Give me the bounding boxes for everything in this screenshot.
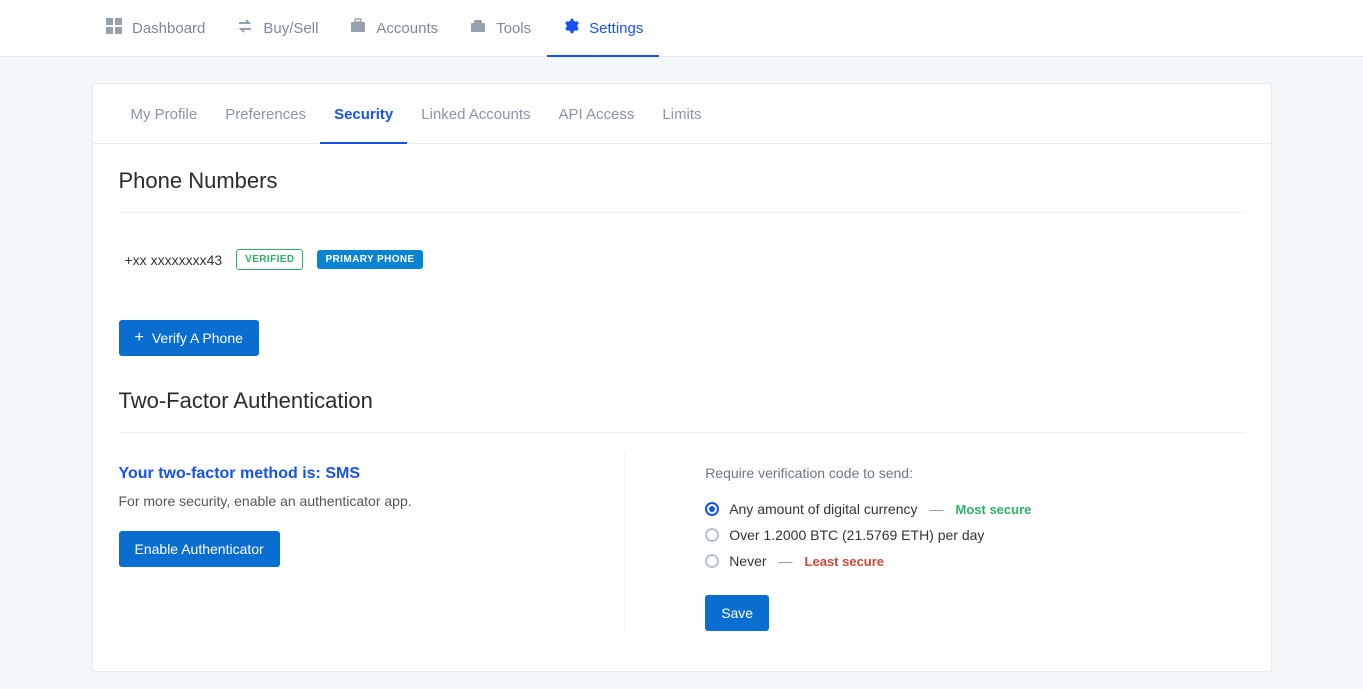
radio-icon [705, 502, 719, 516]
swap-icon [237, 18, 253, 38]
nav-label: Settings [589, 20, 643, 37]
radio-over-threshold[interactable]: Over 1.2000 BTC (21.5769 ETH) per day [705, 527, 1244, 543]
button-label: Enable Authenticator [135, 541, 264, 557]
tab-label: Linked Accounts [421, 106, 530, 123]
toolbox-icon [470, 18, 486, 38]
tab-preferences[interactable]: Preferences [211, 84, 320, 143]
tfa-method-heading: Your two-factor method is: SMS [119, 465, 595, 483]
save-button[interactable]: Save [705, 595, 769, 631]
nav-accounts[interactable]: Accounts [334, 0, 454, 57]
nav-settings[interactable]: Settings [547, 0, 659, 57]
nav-tools[interactable]: Tools [454, 0, 547, 57]
plus-icon: + [135, 330, 144, 346]
phone-number: +xx xxxxxxxx43 [125, 252, 223, 268]
least-secure-tag: Least secure [805, 554, 885, 569]
tab-label: My Profile [131, 106, 198, 123]
radio-label: Over 1.2000 BTC (21.5769 ETH) per day [729, 527, 984, 543]
nav-label: Tools [496, 20, 531, 37]
dash: — [779, 553, 793, 569]
nav-label: Accounts [376, 20, 438, 37]
tfa-method-panel: Your two-factor method is: SMS For more … [119, 453, 626, 631]
phone-numbers-section: Phone Numbers +xx xxxxxxxx43 VERIFIED PR… [93, 144, 1271, 364]
radio-label: Any amount of digital currency [729, 501, 917, 517]
settings-subtabs: My Profile Preferences Security Linked A… [93, 84, 1271, 144]
button-label: Verify A Phone [152, 330, 243, 346]
enable-authenticator-button[interactable]: Enable Authenticator [119, 531, 280, 567]
dashboard-icon [106, 18, 122, 38]
tab-security[interactable]: Security [320, 84, 407, 143]
radio-any-amount[interactable]: Any amount of digital currency — Most se… [705, 501, 1244, 517]
verify-phone-button[interactable]: + Verify A Phone [119, 320, 259, 356]
most-secure-tag: Most secure [956, 502, 1032, 517]
dash: — [930, 501, 944, 517]
two-factor-section: Two-Factor Authentication [93, 364, 1271, 433]
radio-never[interactable]: Never — Least secure [705, 553, 1244, 569]
briefcase-icon [350, 18, 366, 38]
tfa-require-panel: Require verification code to send: Any a… [625, 453, 1244, 631]
verified-badge: VERIFIED [236, 249, 303, 270]
nav-label: Dashboard [132, 20, 205, 37]
settings-card: My Profile Preferences Security Linked A… [92, 83, 1272, 672]
button-label: Save [721, 605, 753, 621]
nav-buy-sell[interactable]: Buy/Sell [221, 0, 334, 57]
tfa-method-sub: For more security, enable an authenticat… [119, 493, 595, 509]
nav-label: Buy/Sell [263, 20, 318, 37]
tfa-section-title: Two-Factor Authentication [119, 388, 1245, 433]
primary-phone-badge: PRIMARY PHONE [317, 250, 422, 269]
tab-label: Preferences [225, 106, 306, 123]
nav-dashboard[interactable]: Dashboard [90, 0, 221, 57]
tab-my-profile[interactable]: My Profile [117, 84, 212, 143]
radio-icon [705, 554, 719, 568]
tab-limits[interactable]: Limits [648, 84, 715, 143]
tab-label: Limits [662, 106, 701, 123]
tab-label: Security [334, 106, 393, 123]
radio-icon [705, 528, 719, 542]
phone-section-title: Phone Numbers [119, 168, 1245, 213]
top-nav: Dashboard Buy/Sell Accounts Tools Settin… [0, 0, 1363, 57]
tab-linked-accounts[interactable]: Linked Accounts [407, 84, 544, 143]
require-label: Require verification code to send: [705, 465, 1244, 481]
gear-icon [563, 18, 579, 38]
phone-row: +xx xxxxxxxx43 VERIFIED PRIMARY PHONE [119, 213, 1245, 280]
radio-label: Never [729, 553, 766, 569]
tab-label: API Access [559, 106, 635, 123]
tab-api-access[interactable]: API Access [545, 84, 649, 143]
